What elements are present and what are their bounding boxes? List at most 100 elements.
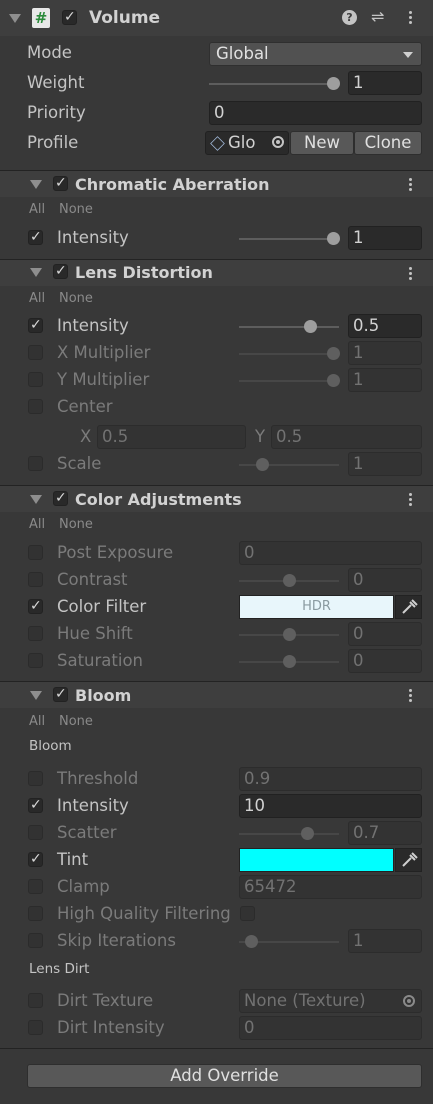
profile-clone-button[interactable]: Clone [354, 131, 422, 155]
dirt-texture-value: None (Texture) [244, 991, 366, 1010]
lens-scale-override[interactable] [28, 456, 43, 471]
scatter-handle [301, 827, 314, 840]
lens-dirt-group-label: Lens Dirt [29, 961, 90, 977]
volume-menu-kebab-icon[interactable] [409, 11, 412, 26]
lens-foldout-arrow-icon[interactable] [30, 268, 42, 277]
clamp-override[interactable] [28, 879, 43, 894]
dirt-intensity-label: Dirt Intensity [57, 1018, 165, 1037]
all-toggle[interactable]: All [29, 517, 45, 532]
chromatic-enable-checkbox[interactable]: ✓ [53, 175, 68, 191]
color-filter-swatch[interactable]: HDR [239, 595, 394, 619]
chromatic-intensity-input[interactable]: 1 [348, 226, 422, 250]
lens-center-x-input: 0.5 [97, 425, 246, 449]
none-toggle[interactable]: None [59, 291, 93, 306]
all-toggle[interactable]: All [29, 202, 45, 217]
lens-center-y-label: Y [255, 427, 266, 446]
none-toggle[interactable]: None [59, 714, 93, 729]
script-icon: # [32, 8, 50, 28]
lens-intensity-handle[interactable] [304, 320, 317, 333]
lens-center-override[interactable] [28, 399, 43, 414]
lens-menu-kebab-icon[interactable] [409, 267, 412, 282]
hq-filtering-toggle [240, 906, 255, 921]
help-icon[interactable]: ? [342, 10, 357, 25]
color-title: Color Adjustments [75, 490, 242, 509]
bloom-intensity-input[interactable]: 10 [239, 794, 422, 818]
color-menu-kebab-icon[interactable] [409, 493, 412, 508]
hue-shift-handle [283, 628, 296, 641]
bloom-intensity-override[interactable]: ✓ [28, 797, 43, 813]
weight-slider-track[interactable] [209, 83, 336, 85]
lens-xmult-override[interactable] [28, 345, 43, 360]
chromatic-menu-kebab-icon[interactable] [409, 178, 412, 193]
chromatic-intensity-handle[interactable] [327, 232, 340, 245]
lens-intensity-label: Intensity [57, 316, 129, 335]
chromatic-foldout-arrow-icon[interactable] [30, 180, 42, 189]
volume-enable-checkbox[interactable]: ✓ [62, 9, 77, 25]
skip-iterations-override[interactable] [28, 933, 43, 948]
clamp-input: 65472 [239, 875, 422, 899]
saturation-handle [283, 655, 296, 668]
chromatic-intensity-override[interactable]: ✓ [28, 229, 43, 245]
saturation-override[interactable] [28, 653, 43, 668]
profile-object-field[interactable]: Glo [205, 131, 289, 155]
profile-object-value: Glo [228, 133, 256, 152]
volume-foldout-arrow-icon[interactable] [9, 14, 21, 23]
none-toggle[interactable]: None [59, 202, 93, 217]
hq-filtering-override[interactable] [28, 906, 43, 921]
all-toggle[interactable]: All [29, 291, 45, 306]
bloom-enable-checkbox[interactable]: ✓ [53, 686, 68, 702]
lens-ymult-handle [327, 374, 340, 387]
bloom-group-label: Bloom [29, 738, 72, 754]
volume-title: Volume [89, 8, 161, 28]
contrast-override[interactable] [28, 572, 43, 587]
threshold-override[interactable] [28, 771, 43, 786]
preset-settings-icon[interactable]: ⇌ [371, 7, 384, 26]
lens-ymult-override[interactable] [28, 372, 43, 387]
color-filter-override[interactable]: ✓ [28, 598, 43, 614]
lens-ymult-track [239, 380, 339, 382]
lens-scale-input: 1 [348, 452, 422, 476]
hue-shift-override[interactable] [28, 626, 43, 641]
lens-intensity-track[interactable] [239, 326, 339, 328]
post-exposure-override[interactable] [28, 545, 43, 560]
color-enable-checkbox[interactable]: ✓ [53, 490, 68, 506]
threshold-input: 0.9 [239, 767, 422, 791]
weight-input[interactable]: 1 [348, 71, 422, 95]
dirt-texture-override[interactable] [28, 993, 43, 1008]
add-override-button[interactable]: Add Override [27, 1064, 422, 1088]
dirt-texture-label: Dirt Texture [57, 991, 154, 1010]
saturation-input: 0 [348, 649, 422, 673]
mode-dropdown[interactable]: Global [209, 42, 422, 66]
dirt-intensity-input: 0 [239, 1016, 422, 1040]
skip-iterations-handle [245, 935, 258, 948]
lens-ymult-input: 1 [348, 368, 422, 392]
lens-enable-checkbox[interactable]: ✓ [53, 263, 68, 279]
clamp-label: Clamp [57, 877, 110, 896]
eyedropper-icon[interactable] [395, 848, 422, 872]
mode-label: Mode [27, 43, 72, 62]
all-toggle[interactable]: All [29, 714, 45, 729]
bloom-menu-kebab-icon[interactable] [409, 689, 412, 704]
object-picker-icon[interactable] [272, 136, 284, 148]
bloom-title: Bloom [75, 686, 132, 705]
bloom-foldout-arrow-icon[interactable] [30, 691, 42, 700]
hq-filtering-label: High Quality Filtering [57, 904, 231, 923]
lens-intensity-input[interactable]: 0.5 [348, 314, 422, 338]
chromatic-title: Chromatic Aberration [75, 175, 270, 194]
lens-center-x-label: X [80, 427, 92, 446]
lens-xmult-input: 1 [348, 341, 422, 365]
weight-slider-handle[interactable] [327, 77, 340, 90]
lens-center-label: Center [57, 397, 113, 416]
color-foldout-arrow-icon[interactable] [30, 495, 42, 504]
none-toggle[interactable]: None [59, 517, 93, 532]
priority-input[interactable]: 0 [209, 101, 422, 125]
scatter-override[interactable] [28, 825, 43, 840]
chromatic-intensity-track[interactable] [239, 238, 339, 240]
lens-intensity-override[interactable]: ✓ [28, 317, 43, 333]
dirt-intensity-override[interactable] [28, 1020, 43, 1035]
checkmark-icon: ✓ [30, 851, 42, 867]
tint-override[interactable]: ✓ [28, 851, 43, 867]
eyedropper-icon[interactable] [395, 595, 422, 619]
profile-new-button[interactable]: New [290, 131, 354, 155]
tint-color-swatch[interactable] [239, 848, 394, 872]
